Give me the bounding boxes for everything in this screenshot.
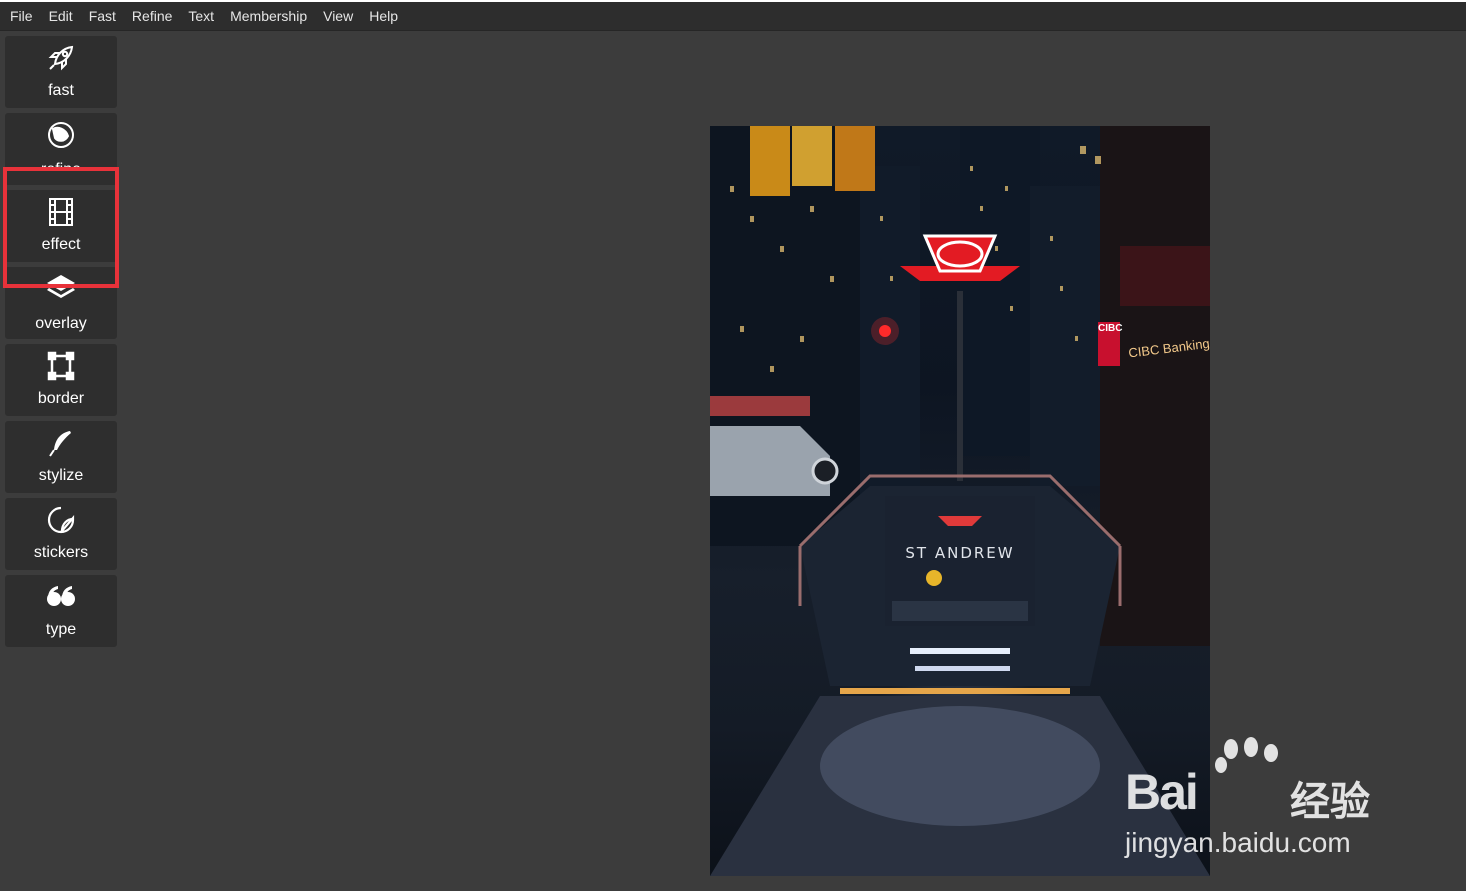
tool-label: overlay [35, 315, 87, 332]
menu-file[interactable]: File [0, 2, 41, 30]
tool-type-button[interactable]: type [5, 575, 117, 647]
tool-label: fast [48, 82, 74, 99]
menu-edit[interactable]: Edit [41, 2, 81, 30]
watermark-brand: Bai [1125, 764, 1199, 820]
menu-view[interactable]: View [315, 2, 361, 30]
menu-membership[interactable]: Membership [222, 2, 315, 30]
rocket-icon [5, 43, 117, 73]
bank-logo: CIBC [1098, 322, 1122, 366]
watermark-brand-cn: 经验 [1290, 780, 1370, 824]
watermark-url: jingyan.baidu.com [1125, 827, 1351, 858]
feather-icon [5, 428, 117, 458]
menu-refine[interactable]: Refine [124, 2, 180, 30]
tool-fast-button[interactable]: fast [5, 36, 117, 108]
tool-stylize-button[interactable]: stylize [5, 421, 117, 493]
tool-border-button[interactable]: border [5, 344, 117, 416]
highlight-box [3, 167, 119, 288]
frame-icon [5, 351, 117, 381]
baidu-watermark: Bai 经验 jingyan.baidu.com [1125, 735, 1395, 865]
circles-icon [5, 120, 117, 150]
tool-label: stylize [38, 467, 84, 484]
menu-bar: File Edit Fast Refine Text Membership Vi… [0, 2, 1466, 31]
tool-stickers-button[interactable]: stickers [5, 498, 117, 570]
tool-label: stickers [33, 544, 89, 561]
quote-icon [5, 582, 117, 612]
menu-fast[interactable]: Fast [81, 2, 124, 30]
menu-help[interactable]: Help [361, 2, 406, 30]
sticker-icon [5, 505, 117, 535]
station-sign-text: ST ANDREW [905, 544, 1015, 562]
paw-logo-icon [1215, 737, 1278, 773]
menu-text[interactable]: Text [180, 2, 222, 30]
tool-label: type [45, 621, 77, 638]
tool-label: border [37, 390, 85, 407]
